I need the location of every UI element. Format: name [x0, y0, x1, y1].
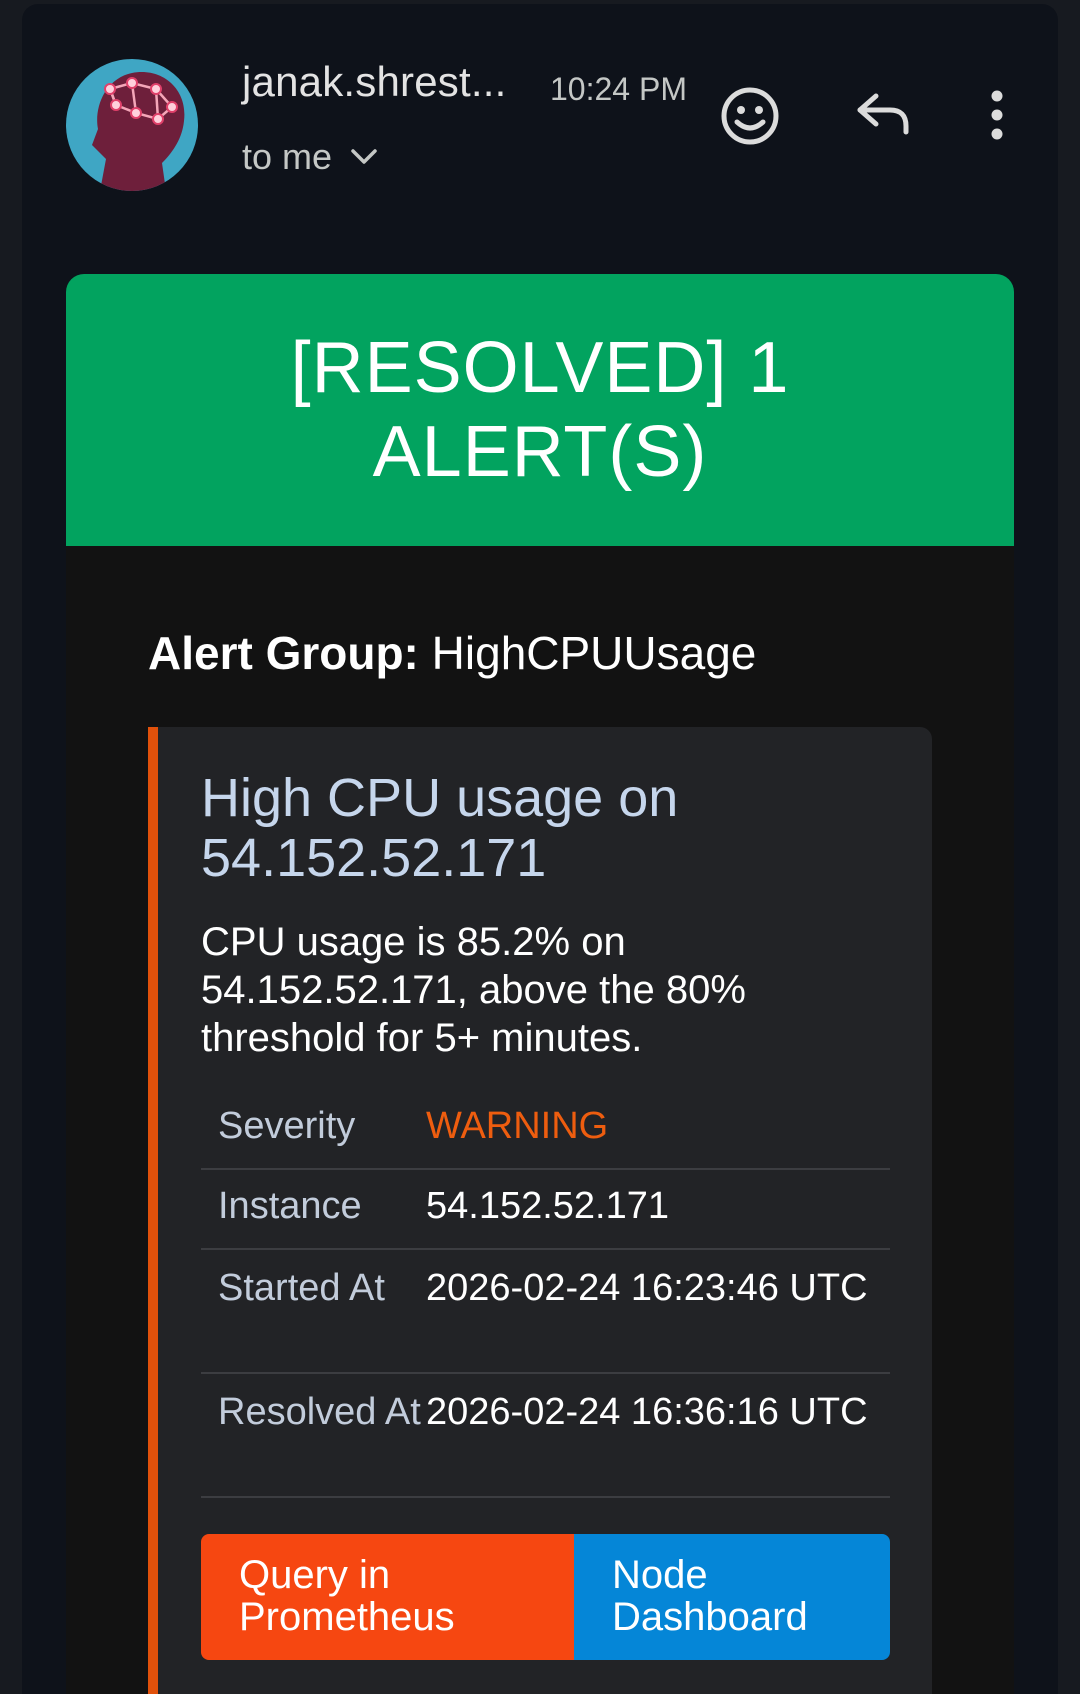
- table-row: Severity WARNING: [201, 1090, 890, 1170]
- alert-group: Alert Group: HighCPUUsage: [148, 626, 756, 680]
- severity-value: WARNING: [426, 1090, 890, 1170]
- chevron-down-icon: [351, 149, 377, 164]
- query-prometheus-button[interactable]: Query in Prometheus: [201, 1534, 574, 1660]
- more-vert-icon[interactable]: [987, 90, 1007, 140]
- detail-key: Resolved At: [201, 1373, 426, 1498]
- detail-key: Instance: [201, 1169, 426, 1250]
- detail-value: 54.152.52.171: [426, 1169, 890, 1250]
- detail-value: 2026-02-24 16:36:16 UTC: [426, 1373, 890, 1498]
- alert-banner: [RESOLVED] 1 ALERT(S): [66, 274, 1014, 546]
- emoji-icon[interactable]: [720, 86, 780, 146]
- alert-details-table: Severity WARNING Instance 54.152.52.171 …: [201, 1090, 890, 1498]
- table-row: Resolved At 2026-02-24 16:36:16 UTC: [201, 1373, 890, 1498]
- node-dashboard-button[interactable]: Node Dashboard: [574, 1534, 890, 1660]
- alert-title: High CPU usage on 54.152.52.171: [201, 768, 679, 888]
- recipient-toggle[interactable]: to me: [242, 132, 378, 182]
- detail-key: Started At: [201, 1249, 426, 1374]
- alert-group-value: HighCPUUsage: [431, 627, 757, 679]
- banner-title: [RESOLVED] 1 ALERT(S): [290, 328, 790, 492]
- reply-icon[interactable]: [856, 92, 912, 136]
- sent-time: 10:24 PM: [550, 71, 687, 107]
- avatar-image: [66, 59, 198, 191]
- alert-description: CPU usage is 85.2% on 54.152.52.171, abo…: [201, 920, 746, 1060]
- detail-key: Severity: [201, 1090, 426, 1170]
- avatar[interactable]: [66, 59, 198, 191]
- detail-value: 2026-02-24 16:23:46 UTC: [426, 1249, 890, 1374]
- sender-name[interactable]: janak.shrest...: [242, 58, 506, 106]
- alert-group-label: Alert Group:: [148, 627, 419, 679]
- table-row: Instance 54.152.52.171: [201, 1169, 890, 1250]
- recipient-label: to me: [242, 136, 333, 177]
- table-row: Started At 2026-02-24 16:23:46 UTC: [201, 1249, 890, 1374]
